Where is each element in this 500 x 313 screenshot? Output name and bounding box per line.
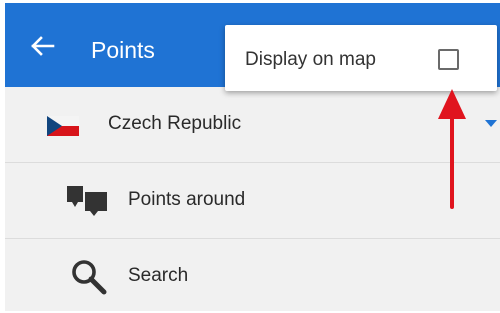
display-on-map-label[interactable]: Display on map [245,49,376,71]
list-item-search[interactable]: Search [5,239,500,311]
czech-flag-icon [47,116,79,136]
display-on-map-checkbox[interactable] [438,49,459,70]
search-icon [69,257,109,297]
list-item-label: Search [128,265,189,286]
list-item-points-around[interactable]: Points around [5,163,500,239]
list-item-czech-republic[interactable]: Czech Republic [5,87,500,163]
page-title: Points [91,37,155,63]
red-arrow-annotation [438,89,466,209]
overflow-menu-popup: Display on map [225,25,497,91]
back-button[interactable] [27,31,57,61]
app-screen: Points Czech Republic Points around Sear… [5,3,500,311]
points-around-icon [65,184,111,218]
list-item-label: Czech Republic [108,113,242,134]
arrow-left-icon [31,36,55,56]
list-item-label: Points around [128,189,246,210]
points-list: Czech Republic Points around Search [5,87,500,311]
dropdown-caret-icon[interactable] [485,120,497,127]
